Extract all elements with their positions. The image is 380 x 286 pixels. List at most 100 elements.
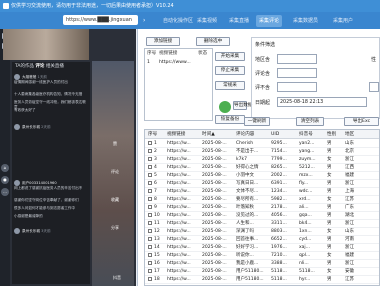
table-cell: 小羽中文 (236, 173, 254, 178)
table-cell: 男 (327, 261, 332, 266)
row-checkbox[interactable] (148, 236, 152, 241)
comment-exclude-input[interactable] (277, 82, 317, 92)
table-row[interactable]: 6 https://w... 2025-08-... 写真日日... 6391... fl… (145, 180, 379, 188)
table-row[interactable]: 15 https://w... 2025-08-... 听说你... 7210... qp… (145, 252, 379, 260)
side-label-like[interactable]: 赞 (98, 141, 132, 147)
collect-mode-select[interactable]: 常规采 (215, 81, 245, 90)
add-link-button[interactable]: 添加链接 (146, 37, 180, 46)
table-cell: 5 (154, 173, 157, 178)
col-header-url: 视频链接 (159, 51, 178, 56)
table-row[interactable]: 4 https://w... 2025-08-... 好得心之情 8265... 5212… (145, 164, 379, 172)
tab-auto-ops[interactable]: 自动化操作区 (160, 15, 196, 27)
home-icon[interactable]: ⌂ (1, 164, 9, 172)
tab-collect-staff[interactable]: 采集数据员 (290, 15, 321, 27)
tab-collect-comments[interactable]: 采集评论 (256, 15, 283, 27)
phone-preview: 赞 评论 收藏 分享 ⌂ ● … TA的作品 评论 相关直播 大雄爸爸 1天前疫… (0, 29, 136, 286)
tab-works[interactable]: TA的作品 (15, 64, 34, 69)
go-arrow-icon[interactable]: › (143, 16, 151, 25)
table-cell: 1 (154, 141, 157, 146)
table-row[interactable]: 10 https://w... 2025-08-... 没见过的... 4056... g… (145, 212, 379, 220)
table-row[interactable]: 1 https://www... (145, 59, 212, 67)
comment-include-input[interactable] (277, 68, 317, 78)
table-row[interactable]: 8 https://w... 2025-08-... 要尽所有... 5982... xr… (145, 196, 379, 204)
row-checkbox[interactable] (148, 180, 152, 185)
tab-comments[interactable]: 评论 (35, 64, 44, 69)
more-icon[interactable]: … (1, 188, 9, 196)
table-row[interactable]: 14 https://w... 2025-08-... 好好学习... 1976... x… (145, 244, 379, 252)
table-row[interactable]: 12 https://w... 2025-08-... 深渊了吗 8803... 1xn.… (145, 228, 379, 236)
row-checkbox[interactable] (148, 204, 152, 209)
table-row[interactable]: 16 https://w... 2025-08-... 我是小鹿... 3388... n… (145, 260, 379, 268)
delete-selected-button[interactable]: 删除选中 (196, 37, 230, 46)
row-checkbox[interactable] (148, 188, 152, 193)
export-data-button[interactable]: 导出数据 (233, 101, 252, 110)
row-checkbox[interactable] (148, 212, 152, 217)
export-excel-button[interactable]: 导出Exc (344, 117, 379, 126)
table-row[interactable]: 18 https://w... 2025-08-... 用户51180... 5118.… (145, 276, 379, 284)
filter-checkbox[interactable] (369, 82, 379, 92)
tab-collect-video[interactable]: 采集视频 (194, 15, 220, 27)
tab-related-live[interactable]: 相关直播 (46, 64, 64, 69)
table-cell: fly... (299, 181, 309, 186)
col-header-url[interactable]: 视频链接 (167, 130, 185, 139)
clear-list-button[interactable]: 清空列表 (296, 117, 324, 126)
table-cell: 女 (327, 229, 332, 234)
row-checkbox[interactable] (148, 164, 152, 169)
row-checkbox[interactable] (148, 260, 152, 265)
table-row[interactable]: 11 https://w... 2025-08-... 人生和... 3311... bk… (145, 220, 379, 228)
table-cell: 人生和... (236, 221, 254, 226)
table-cell: 2025-08-... (202, 245, 227, 250)
col-header-status: 状态 (198, 51, 208, 56)
comment-item: 用户003314001960 网上都说了感谢抗疫医务人员的辛苦付出不 (14, 180, 83, 190)
tab-collect-live[interactable]: 采集直播 (226, 15, 252, 27)
side-label-comment[interactable]: 评论 (98, 169, 132, 175)
table-cell: 2025-08-... (202, 277, 227, 282)
restore-backup-button[interactable]: 恢复备份 (215, 115, 245, 124)
table-cell: https://w... (167, 165, 191, 170)
table-row[interactable]: 1 https://w... 2025-08-... Cherish 9295... ya… (145, 140, 379, 148)
side-label-favorite[interactable]: 收藏 (98, 197, 132, 203)
row-checkbox[interactable] (148, 276, 152, 281)
refresh-button[interactable]: 一键刷新 (244, 117, 270, 126)
col-header-index[interactable]: 序号 (148, 130, 157, 139)
start-collect-button[interactable]: 开始采集 (215, 52, 245, 61)
table-cell: yang... (299, 149, 315, 154)
col-header-uid[interactable]: UID (271, 130, 279, 139)
table-cell: 男 (327, 181, 332, 186)
date-from-input[interactable]: 2025-08-18 22:13 (277, 97, 367, 107)
table-row[interactable]: 7 https://w... 2025-08-... 文体不尽... 1234... wd… (145, 188, 379, 196)
row-checkbox[interactable] (148, 252, 152, 257)
table-row[interactable]: 13 https://w... 2025-08-... 回首往事... 6652... c… (145, 236, 379, 244)
row-checkbox[interactable] (148, 172, 152, 177)
table-row[interactable]: 9 https://w... 2025-08-... 叶落知秋 2178... ali..… (145, 204, 379, 212)
row-checkbox[interactable] (148, 196, 152, 201)
row-checkbox[interactable] (148, 140, 152, 145)
status-indicator-icon (219, 101, 231, 113)
row-checkbox[interactable] (148, 244, 152, 249)
col-header-gender[interactable]: 性别 (327, 130, 336, 139)
region-input[interactable] (277, 54, 317, 64)
table-row[interactable]: 17 https://w... 2025-08-... 用户51180... 5118.… (145, 268, 379, 276)
table-cell: 9295... (271, 141, 287, 146)
tab-collect-users[interactable]: 采集用户 (330, 15, 356, 27)
row-checkbox[interactable] (148, 156, 152, 161)
url-input[interactable]: https://www.███.jingxuan (63, 15, 138, 25)
row-checkbox[interactable] (148, 228, 152, 233)
table-row[interactable]: 5 https://w... 2025-08-... 小羽中文 2002... mzx..… (145, 172, 379, 180)
stop-collect-button[interactable]: 停止采集 (215, 66, 245, 75)
table-cell: 6391... (271, 181, 287, 186)
row-checkbox[interactable] (148, 268, 152, 273)
row-checkbox[interactable] (148, 220, 152, 225)
table-cell: https://w... (167, 245, 191, 250)
col-header-douyin-id[interactable]: 抖音号 (299, 130, 313, 139)
side-label-share[interactable]: 分享 (98, 225, 132, 231)
col-header-region[interactable]: 地区 (345, 130, 354, 139)
table-row[interactable]: 3 https://w... 2025-08-... k7k7 7799... zuym.… (145, 156, 379, 164)
table-cell: 1234... (271, 189, 287, 194)
comment-line: 有收获太好了 (14, 108, 36, 112)
col-header-content[interactable]: 评论内容 (236, 130, 254, 139)
row-checkbox[interactable] (148, 148, 152, 153)
table-row[interactable]: 2 https://w... 2025-08-... 不是出于... 7154... ya… (145, 148, 379, 156)
col-header-time[interactable]: 时间▲ (202, 130, 215, 139)
user-icon[interactable]: ● (1, 176, 9, 184)
